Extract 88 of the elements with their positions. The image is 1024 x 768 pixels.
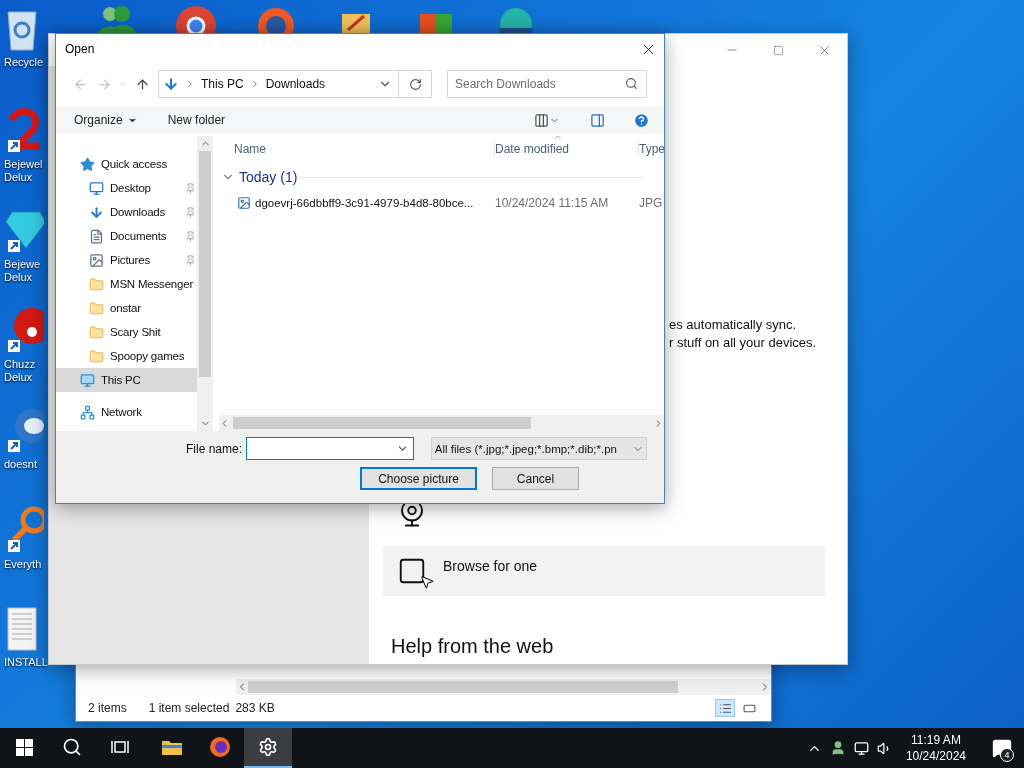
- address-bar[interactable]: This PC Downloads: [158, 70, 399, 98]
- picture-option[interactable]: Browse for one: [383, 546, 825, 596]
- breadcrumb[interactable]: This PC: [201, 77, 244, 91]
- nav-item[interactable]: onstar: [56, 296, 197, 320]
- dialog-title: Open: [65, 42, 95, 56]
- cursor-icon: [419, 574, 435, 590]
- frame-icon: [397, 556, 427, 586]
- notification-button[interactable]: 4: [980, 728, 1024, 768]
- pin-icon: [185, 182, 196, 194]
- chevron-icon: [118, 79, 128, 89]
- computer-icon: [80, 372, 95, 388]
- sync-description: es automatically sync. r stuff on all your devices.: [669, 316, 818, 352]
- scrollbar[interactable]: [197, 136, 213, 431]
- selection-status: 1 item selected: [148, 701, 230, 715]
- pin-icon: [185, 206, 196, 218]
- icon-label[interactable]: Everyth: [4, 558, 46, 571]
- view-icon: [534, 112, 549, 128]
- forward-arrow-icon: [96, 76, 112, 92]
- network-icon: [853, 740, 869, 756]
- monitor-icon: [89, 180, 104, 196]
- folder-icon: [89, 300, 104, 316]
- image-file-icon: [237, 196, 251, 210]
- nav-item[interactable]: Desktop: [56, 176, 197, 200]
- folder-icon: [89, 324, 104, 340]
- item-count: 2 items: [88, 701, 127, 715]
- choose-picture-button[interactable]: Choose picture: [360, 467, 477, 490]
- download-icon: [89, 204, 104, 220]
- cancel-button[interactable]: Cancel: [492, 467, 579, 490]
- settings-icon: [258, 737, 278, 757]
- nav-item[interactable]: Network: [56, 400, 197, 424]
- list-icon: [718, 701, 732, 715]
- pin-icon: [185, 230, 196, 242]
- download-icon: [163, 76, 179, 92]
- icon-label[interactable]: doesnt: [4, 458, 46, 471]
- taskbar-app[interactable]: [244, 728, 292, 768]
- task-view-icon: [111, 739, 129, 755]
- star-icon: [80, 156, 95, 172]
- refresh-icon: [408, 77, 422, 91]
- folder-icon: [161, 738, 183, 756]
- file-name-field[interactable]: [246, 437, 414, 460]
- maximize-icon: [772, 44, 784, 56]
- chevron-icon: [185, 79, 195, 89]
- clock-time: 11:19 AM: [911, 732, 961, 748]
- document-icon: [4, 606, 40, 652]
- nav-item[interactable]: Scary Shit: [56, 320, 197, 344]
- search-icon: [625, 77, 638, 90]
- document-icon: [89, 228, 104, 244]
- icon-label[interactable]: Recycle: [4, 56, 46, 69]
- organize-menu[interactable]: Organize: [68, 109, 144, 131]
- search-icon: [62, 737, 82, 757]
- column-header[interactable]: Date modified: [495, 142, 639, 156]
- icon-label[interactable]: Bejewe Delux: [4, 258, 46, 284]
- pin-icon: [185, 254, 196, 266]
- nav-item[interactable]: This PC: [56, 368, 197, 392]
- breadcrumb[interactable]: Downloads: [265, 77, 326, 91]
- nav-item[interactable]: Spoopy games: [56, 344, 197, 368]
- icon-label[interactable]: INSTALL: [4, 656, 46, 669]
- refresh-button[interactable]: [399, 70, 432, 98]
- folder-icon: [89, 276, 104, 292]
- pane-icon: [590, 112, 605, 128]
- view-button[interactable]: [715, 699, 735, 717]
- icon-label[interactable]: Chuzz Delux: [4, 358, 46, 384]
- scrollbar[interactable]: [236, 679, 771, 695]
- people-icon: [96, 4, 136, 34]
- help-icon: [633, 111, 650, 129]
- column-header[interactable]: Type: [639, 142, 664, 156]
- nav-item[interactable]: MSN Messenger: [56, 272, 197, 296]
- scrollbar[interactable]: [219, 415, 664, 431]
- new-folder-button[interactable]: New folder: [161, 109, 232, 131]
- field-label: File name:: [186, 441, 242, 456]
- section-heading: Help from the web: [391, 634, 555, 658]
- nav-item[interactable]: Quick access: [56, 152, 197, 176]
- folder-icon: [89, 348, 104, 364]
- nav-item[interactable]: Pictures: [56, 248, 197, 272]
- column-header[interactable]: Name: [234, 142, 495, 156]
- picture-icon: [89, 252, 104, 268]
- file-row[interactable]: dgoevrj-66dbbff9-3c91-4979-b4d8-80bce... 10/24/2024 11:15 AM JPG: [213, 192, 664, 214]
- clock-date: 10/24/2024: [905, 748, 966, 764]
- network-icon: [80, 404, 95, 420]
- search-field[interactable]: Search Downloads: [447, 70, 647, 98]
- nav-item[interactable]: Downloads: [56, 200, 197, 224]
- nav-item[interactable]: Documents: [56, 224, 197, 248]
- browser-icon: [209, 736, 231, 758]
- icon-label[interactable]: Bejewel Delux: [4, 158, 46, 184]
- windows-logo-icon: [15, 738, 33, 756]
- group-header[interactable]: Today (1): [239, 169, 298, 185]
- selection-size: 283 KB: [235, 701, 275, 715]
- file-type-dropdown[interactable]: All files (*.jpg;*.jpeg;*.bmp;*.dib;*.pn: [430, 437, 647, 460]
